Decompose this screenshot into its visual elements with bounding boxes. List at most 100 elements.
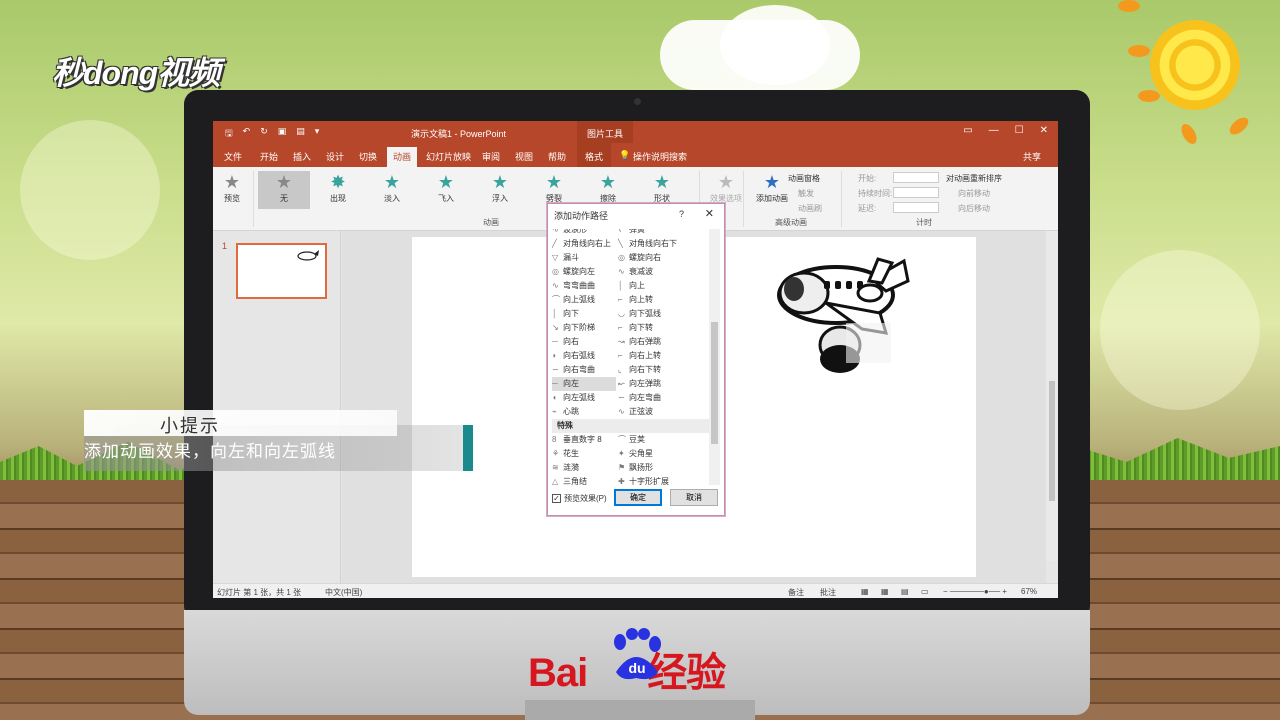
slideshow-view-icon[interactable]: ▭ — [921, 587, 929, 596]
present-icon[interactable]: ▣ — [278, 126, 287, 142]
slide-thumbnail[interactable] — [236, 243, 327, 299]
path-option[interactable]: ─ 向左 — [552, 377, 616, 391]
path-option[interactable]: ↘ 向下阶梯 — [552, 321, 616, 335]
ok-button[interactable]: 确定 — [614, 489, 662, 506]
move-earlier-button[interactable]: 向前移动 — [958, 188, 990, 199]
tab-format[interactable]: 格式 — [577, 143, 612, 167]
path-option[interactable]: ⌐ 向下转 — [618, 321, 653, 335]
path-option[interactable]: ∽ 向右弯曲 — [552, 363, 616, 377]
ribbon-display-icon[interactable]: ▭ — [963, 125, 972, 136]
preview-button[interactable]: ★ 预览 — [213, 171, 251, 204]
path-option[interactable]: ⌒ 豆荚 — [618, 433, 645, 447]
tell-me-search[interactable]: 操作说明搜索 — [633, 150, 687, 163]
path-option[interactable]: ⌞ 向右下转 — [618, 363, 661, 377]
save-icon[interactable]: 🖫 — [225, 126, 233, 142]
path-option[interactable]: ↝ 向右弹跳 — [618, 335, 661, 349]
start-dropdown[interactable] — [893, 172, 939, 183]
airplane-image[interactable] — [774, 251, 914, 381]
path-option[interactable]: ≋ 涟漪 — [552, 461, 579, 475]
sorter-view-icon[interactable]: ▦ — [881, 587, 889, 596]
open-icon[interactable]: ▤ — [296, 126, 305, 142]
minimize-icon[interactable]: — — [989, 125, 999, 136]
trigger-button[interactable]: 触发 — [798, 188, 814, 199]
path-option[interactable]: ✦ 尖角星 — [618, 447, 653, 461]
effect-wipe[interactable]: ★ 擦除 — [582, 171, 634, 204]
effect-fade[interactable]: ★ 淡入 — [366, 171, 418, 204]
path-option[interactable]: ⌒ 向上弧线 — [552, 293, 616, 307]
path-option[interactable]: ∿ 弯弯曲曲 — [552, 279, 616, 293]
path-option[interactable]: ∿ 正弦波 — [618, 405, 653, 419]
effect-split[interactable]: ★ 劈裂 — [528, 171, 580, 204]
path-option[interactable]: ✚ 十字形扩展 — [618, 475, 669, 485]
cancel-button[interactable]: 取消 — [670, 489, 718, 506]
help-icon[interactable]: ? — [679, 209, 684, 219]
zoom-level[interactable]: 67% — [1021, 587, 1037, 596]
path-option[interactable]: ◎ 螺旋向左 — [552, 265, 616, 279]
maximize-icon[interactable]: ☐ — [1015, 125, 1024, 136]
path-option[interactable]: ∽ 向左弯曲 — [618, 391, 661, 405]
duration-field[interactable] — [893, 187, 939, 198]
star-icon: ★ — [545, 172, 563, 192]
dialog-close-icon[interactable]: ✕ — [705, 207, 714, 220]
path-option[interactable]: ⚘ 花生 — [552, 447, 579, 461]
path-option[interactable]: │ 向上 — [618, 279, 645, 293]
path-option[interactable]: ╱ 对角线向右上 — [552, 237, 616, 251]
tab-review[interactable]: 审阅 — [482, 150, 500, 163]
path-option[interactable]: △ 三角结 — [552, 475, 587, 485]
motion-path-list[interactable]: ∿ 波浪形 ⌇ 弹簧 ╱ 对角线向右上 ╲ 对角线向右下 ▽ 漏斗 ◎ 螺旋向右 ◎ 螺旋向左 ∿ 衰减波 ∿ 弯… — [552, 229, 709, 485]
tab-insert[interactable]: 插入 — [293, 150, 311, 163]
path-option[interactable]: ◖ 向左弧线 — [552, 391, 616, 405]
path-option[interactable]: ◎ 螺旋向右 — [618, 251, 661, 265]
normal-view-icon[interactable]: ▦ — [861, 587, 869, 596]
undo-icon[interactable]: ↶ — [243, 126, 251, 142]
tab-help[interactable]: 帮助 — [548, 150, 566, 163]
effect-options-button[interactable]: ★ 效果选项 — [700, 171, 752, 204]
reading-view-icon[interactable]: ▤ — [901, 587, 909, 596]
effect-float-in[interactable]: ★ 浮入 — [474, 171, 526, 204]
delay-field[interactable] — [893, 202, 939, 213]
path-option[interactable]: │ 向下 — [552, 307, 616, 321]
path-option[interactable]: ⌁ 心跳 — [552, 405, 616, 419]
tab-view[interactable]: 视图 — [515, 150, 533, 163]
redo-icon[interactable]: ↻ — [260, 126, 268, 142]
path-option[interactable]: ╲ 对角线向右下 — [618, 237, 677, 251]
move-later-button[interactable]: 向后移动 — [958, 203, 990, 214]
path-option[interactable]: ⚑ 飘扬形 — [618, 461, 653, 475]
path-option[interactable]: 8 垂直数字 8 — [552, 433, 602, 447]
path-option[interactable]: ↜ 向左弹跳 — [618, 377, 661, 391]
tab-file[interactable]: 文件 — [224, 150, 242, 163]
customize-icon[interactable]: ▾ — [315, 126, 320, 142]
path-option[interactable]: ◡ 向下弧线 — [618, 307, 661, 321]
effect-appear[interactable]: ✸ 出现 — [312, 171, 364, 204]
close-icon[interactable]: ✕ — [1040, 125, 1048, 136]
effect-none[interactable]: ★ 无 — [258, 171, 310, 209]
path-option[interactable]: ⌐ 向上转 — [618, 293, 653, 307]
path-option[interactable]: ─ 向右 — [552, 335, 616, 349]
tab-home[interactable]: 开始 — [260, 150, 278, 163]
path-option[interactable]: ▽ 漏斗 — [552, 251, 616, 265]
zoom-slider[interactable]: − ──────●── + — [943, 587, 1007, 596]
tab-design[interactable]: 设计 — [326, 150, 344, 163]
checkbox-checked-icon[interactable]: ✓ — [552, 494, 561, 503]
effect-fly-in[interactable]: ★ 飞入 — [420, 171, 472, 204]
tab-animations[interactable]: 动画 — [387, 147, 418, 167]
share-button[interactable]: 共享 — [1023, 150, 1041, 163]
path-option[interactable]: ◗ 向右弧线 — [552, 349, 616, 363]
comments-button[interactable]: 批注 — [820, 587, 836, 598]
path-option[interactable]: ⌐ 向右上转 — [618, 349, 661, 363]
path-option[interactable]: ∿ 衰减波 — [618, 265, 653, 279]
animation-pane-button[interactable]: 动画窗格 — [788, 173, 820, 184]
vertical-scrollbar[interactable] — [1046, 231, 1058, 561]
dialog-scrollbar[interactable] — [709, 229, 720, 485]
tab-slideshow[interactable]: 幻灯片放映 — [426, 150, 471, 163]
path-option[interactable]: ⌇ 弹簧 — [618, 229, 645, 237]
preview-checkbox[interactable]: ✓ 预览效果(P) — [552, 493, 607, 504]
path-option[interactable]: ∿ 波浪形 — [552, 229, 616, 237]
dialog-scrollbar-thumb[interactable] — [711, 322, 718, 444]
scrollbar-thumb[interactable] — [1049, 381, 1055, 501]
effect-shape[interactable]: ★ 形状 — [636, 171, 688, 204]
tab-transitions[interactable]: 切换 — [359, 150, 377, 163]
notes-button[interactable]: 备注 — [788, 587, 804, 598]
language-status[interactable]: 中文(中国) — [325, 587, 362, 598]
animation-painter-button[interactable]: 动画刷 — [798, 203, 822, 214]
